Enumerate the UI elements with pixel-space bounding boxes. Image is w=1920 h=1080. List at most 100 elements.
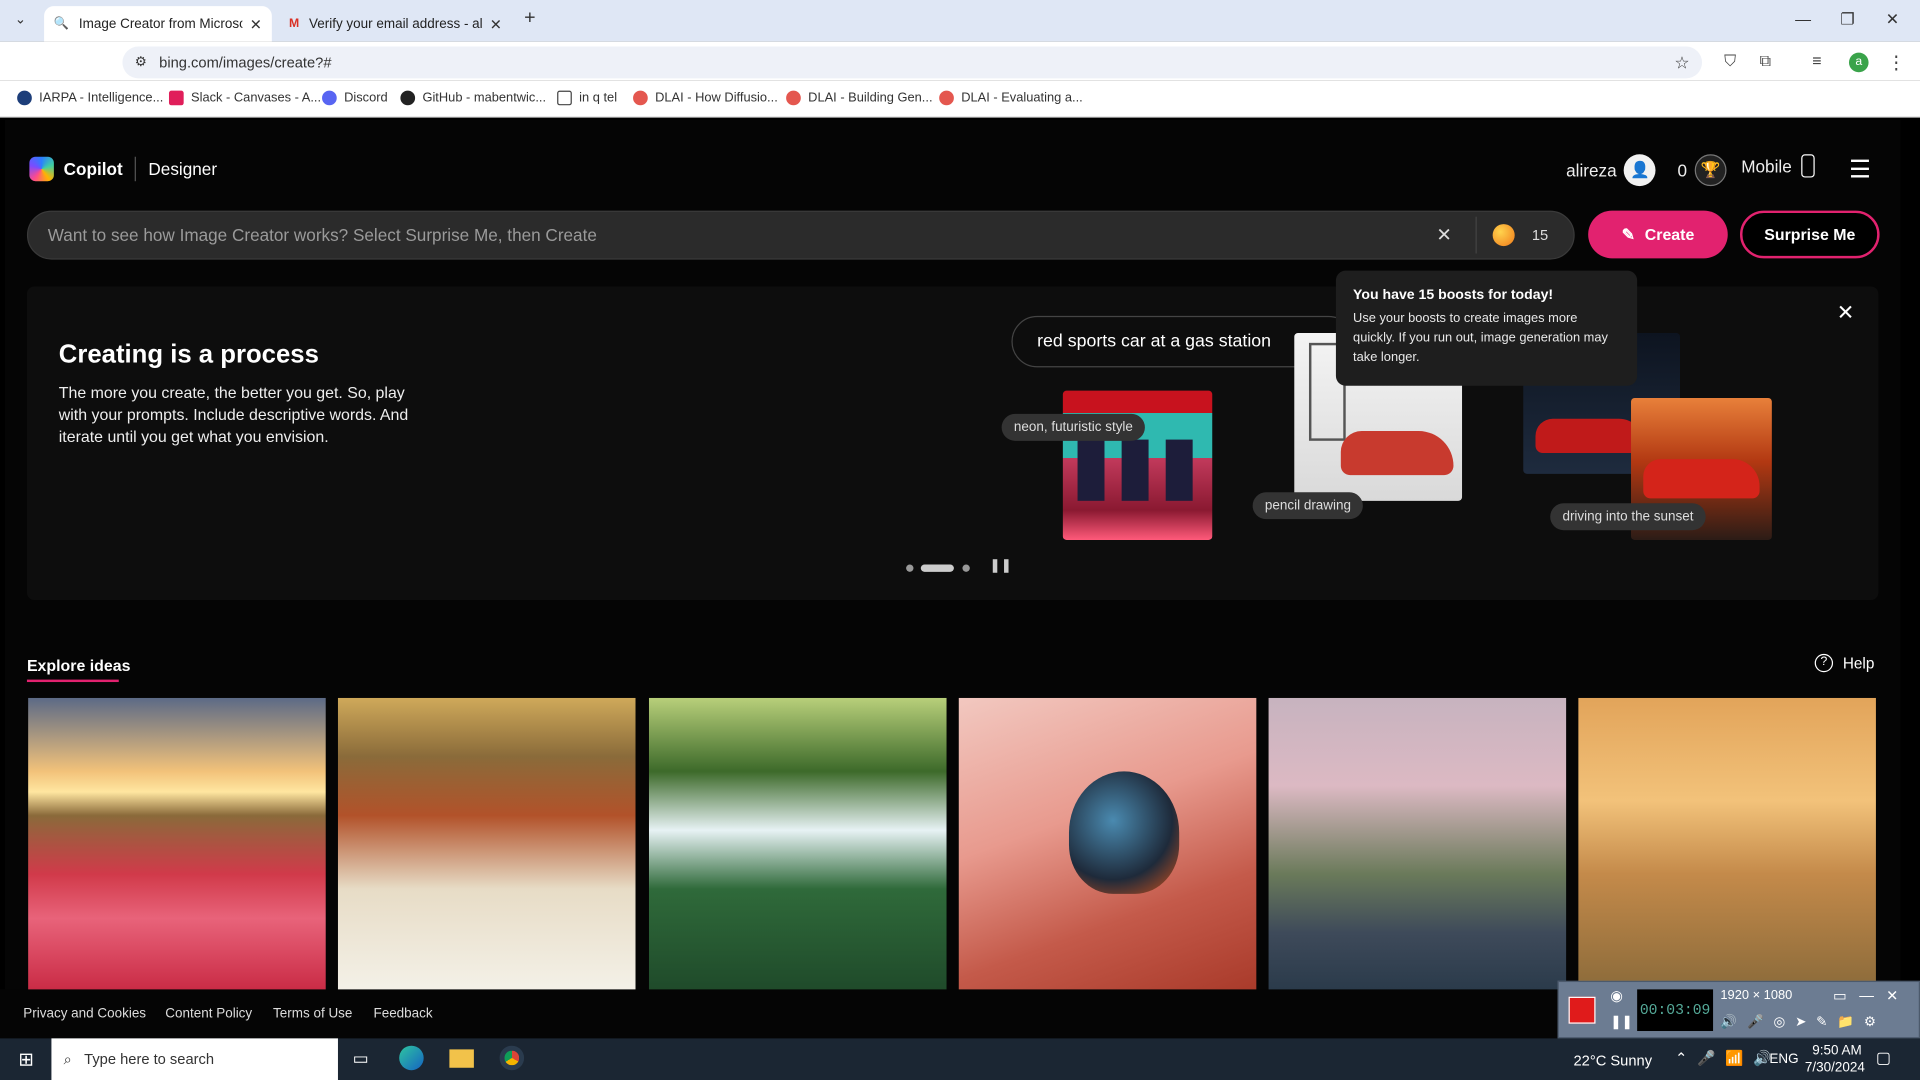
media-icon[interactable]: ≡ [1812,51,1821,69]
gallery-image-tulips[interactable] [28,697,326,992]
red-car [1535,418,1646,454]
gallery-image-picnic[interactable] [337,697,636,992]
taskbar-weather[interactable]: 22°C Sunny [1573,1052,1652,1069]
url-text: bing.com/images/create?# [159,53,332,72]
site-info-icon[interactable]: ⚙ [135,47,147,79]
style-tag[interactable]: driving into the sunset [1550,503,1706,531]
pause-record-icon[interactable]: ❚❚ [1610,1014,1633,1030]
windows-start-icon[interactable]: ⊞ [18,1048,33,1070]
footer-link-content-policy[interactable]: Content Policy [165,1007,252,1022]
bookmark-item[interactable]: Slack - Canvases - A... [168,90,321,106]
dlai-icon [786,90,801,106]
pause-icon[interactable]: ❚❚ [989,557,1012,573]
menu-dots-icon[interactable]: ⋮ [1887,51,1905,74]
tab-search-icon[interactable]: ⌄ [15,11,26,27]
gallery-image-cherry-path[interactable] [1268,697,1567,992]
footer-link-privacy[interactable]: Privacy and Cookies [23,1007,146,1022]
footer-link-terms[interactable]: Terms of Use [273,1007,352,1022]
tooltip-title: You have 15 boosts for today! [1353,287,1554,303]
tab-title: Image Creator from Microsoft D [78,16,242,32]
tab-bar: ⌄ 🔍 Image Creator from Microsoft D ✕ M V… [0,0,1920,42]
gallery-image-kite[interactable] [1578,697,1876,992]
new-tab-button[interactable]: + [524,7,535,29]
hero-title: Creating is a process [58,340,319,369]
footer-link-feedback[interactable]: Feedback [373,1007,432,1022]
pump [1077,439,1105,501]
bookmark-folder[interactable]: in q tel [557,90,617,106]
brand-name: Copilot [63,159,123,179]
taskbar: ⊞ ⌕ Type here to search ▭ 22°C Sunny ⌃🎤📶… [0,1038,1920,1080]
carousel-dot[interactable] [962,564,970,572]
bookmark-item[interactable]: Discord [322,90,388,106]
file-explorer-icon[interactable] [449,1049,474,1068]
extensions-icon[interactable]: ⧉ [1760,51,1771,71]
prompt-bar: ✕ 15 [26,210,1575,260]
edge-icon[interactable] [399,1045,424,1071]
wand-icon: ✎ [1621,224,1635,244]
help-icon: ? [1814,653,1834,673]
brand[interactable]: Copilot Designer [29,156,218,182]
create-button[interactable]: ✎ Create [1588,210,1728,259]
close-window-icon[interactable]: ✕ [1886,10,1899,30]
tab-verify-email[interactable]: M Verify your email address - alire ✕ [279,6,512,42]
prompt-input[interactable] [47,211,1420,259]
style-tag[interactable]: neon, futuristic style [1001,413,1146,441]
gallery-image-butterfly[interactable] [958,697,1257,992]
active-tab-underline [26,679,119,683]
section-name: Designer [148,159,218,179]
divider [134,156,137,182]
profile-avatar[interactable]: a [1848,52,1869,73]
explore-ideas-tab[interactable]: Explore ideas [27,656,131,674]
folder-icon [557,90,572,106]
window-controls[interactable]: ▭—✕ [1833,987,1911,1004]
boost-coin-icon[interactable] [1492,224,1515,247]
bookmark-item[interactable]: DLAI - Building Gen... [786,90,933,106]
taskbar-search[interactable]: ⌕ Type here to search [51,1038,338,1080]
carousel-dot-active[interactable] [920,564,954,572]
bookmark-item[interactable]: IARPA - Intelligence... [17,90,163,106]
username: alireza [1566,160,1617,180]
bookmark-item[interactable]: GitHub - mabentwic... [400,90,546,106]
audio-icons[interactable]: 🔊🎤◎➤✎📁⚙ [1720,1014,1885,1030]
bookmark-item[interactable]: DLAI - Evaluating a... [939,90,1083,106]
user-menu[interactable]: alireza 👤 [1566,154,1656,187]
star-icon[interactable]: ☆ [1674,47,1689,79]
iarpa-icon [17,90,32,106]
clock-date[interactable]: 7/30/2024 [1805,1060,1865,1075]
close-icon[interactable]: ✕ [490,15,502,32]
mobile-link[interactable]: Mobile [1741,154,1815,178]
image-creator-page: Copilot Designer alireza 👤 0 🏆 Mobile ☰ … [4,120,1901,992]
restore-icon[interactable]: ❐ [1840,10,1854,30]
carousel-dot[interactable] [906,564,914,572]
bookmark-item[interactable]: DLAI - How Diffusio... [633,90,778,106]
trophy-icon: 🏆 [1694,154,1727,187]
clear-icon[interactable]: ✕ [1436,224,1451,246]
gallery-image-waterfall[interactable] [648,697,947,992]
camera-icon[interactable]: ◉ [1610,987,1623,1004]
url-field[interactable]: ⚙ bing.com/images/create?# ☆ [122,46,1703,79]
stop-record-button[interactable] [1568,996,1596,1024]
surprise-me-button[interactable]: Surprise Me [1740,210,1880,259]
clock-time[interactable]: 9:50 AM [1812,1043,1861,1058]
language-indicator[interactable]: ENG [1769,1052,1798,1067]
close-banner-icon[interactable]: ✕ [1837,301,1854,325]
hamburger-menu-icon[interactable]: ☰ [1849,154,1871,185]
boosts-tooltip: You have 15 boosts for today! Use your b… [1335,270,1638,386]
boost-count: 15 [1531,226,1549,244]
style-tag[interactable]: pencil drawing [1252,492,1364,520]
points-count: 0 [1677,160,1688,180]
shield-icon[interactable]: ⛉ [1724,51,1736,71]
slack-icon [168,90,184,106]
butterfly [1068,771,1180,894]
rewards[interactable]: 0 🏆 [1677,154,1727,187]
bookmarks-bar: IARPA - Intelligence... Slack - Canvases… [0,80,1920,118]
tray-icons[interactable]: ⌃🎤📶🔊 [1675,1049,1781,1066]
help-link[interactable]: ? Help [1814,653,1874,673]
chrome-icon[interactable] [499,1045,525,1071]
notifications-icon[interactable]: ▢ [1876,1048,1891,1068]
copilot-logo-icon [29,156,54,182]
tab-image-creator[interactable]: 🔍 Image Creator from Microsoft D ✕ [44,6,272,42]
task-view-icon[interactable]: ▭ [353,1048,369,1069]
minimize-icon[interactable]: — [1795,10,1811,28]
close-icon[interactable]: ✕ [250,15,262,32]
